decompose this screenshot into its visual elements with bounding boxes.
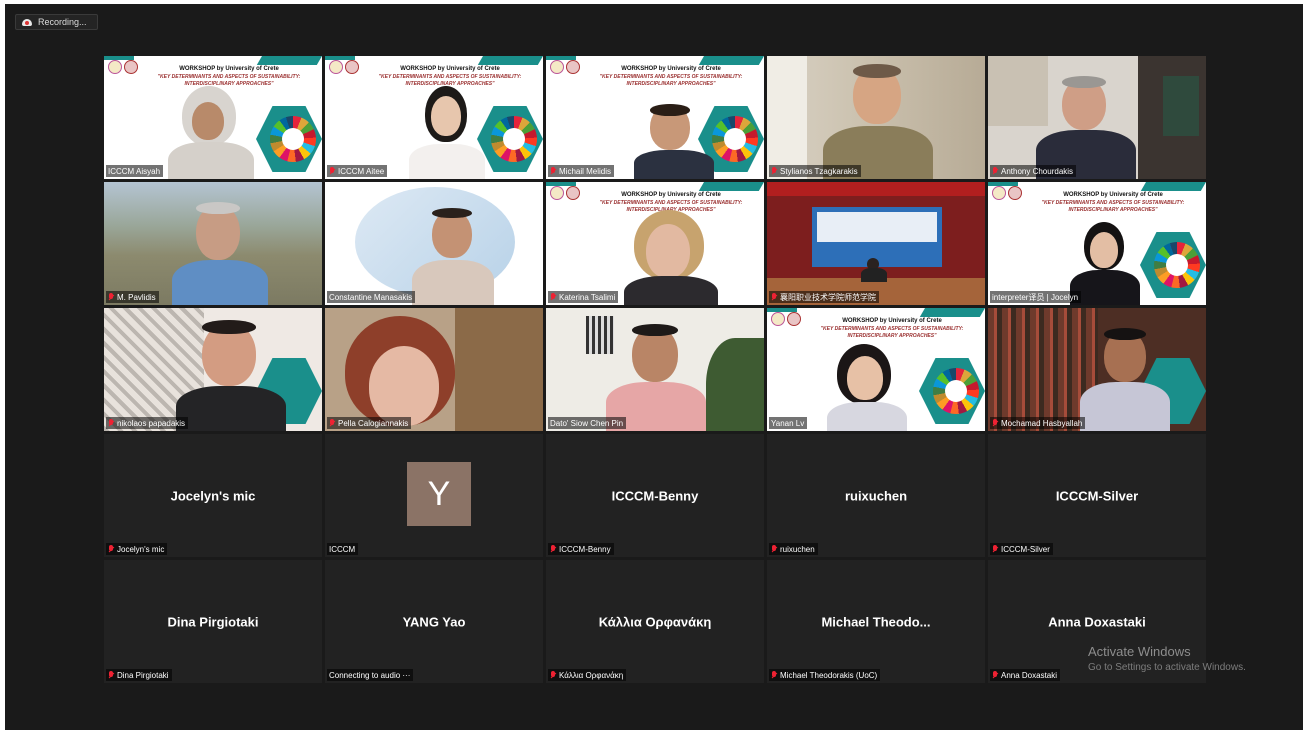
- recording-icon: [22, 18, 32, 26]
- slide-title: WORKSHOP by University of Crete: [842, 318, 942, 324]
- muted-mic-icon: [771, 293, 777, 301]
- video-tile[interactable]: nikolaos papadakis: [104, 308, 322, 431]
- participant-tile[interactable]: ICCCM-Benny ICCCM-Benny: [546, 434, 764, 557]
- muted-mic-icon: [771, 167, 777, 175]
- participant-display-name: Dina Pirgiotaki: [167, 614, 259, 629]
- participant-tile[interactable]: Κάλλια Ορφανάκη Κάλλια Ορφανάκη: [546, 560, 764, 683]
- video-tile[interactable]: Anthony Chourdakis: [988, 56, 1206, 179]
- participant-name-tag: Jocelyn's mic: [106, 543, 168, 555]
- participant-name-tag: interpreter译员 | Jocelyn: [990, 291, 1082, 303]
- video-tile[interactable]: 襄阳职业技术学院师范学院: [767, 182, 985, 305]
- participant-display-name: Michael Theodo...: [821, 614, 931, 629]
- participant-name-tag: Dato' Siow Chen Pin: [548, 417, 627, 429]
- sdg-wheel-icon: [491, 116, 537, 162]
- video-tile[interactable]: Constantine Manasakis: [325, 182, 543, 305]
- participant-tile[interactable]: YANG Yao Connecting to audio ···: [325, 560, 543, 683]
- muted-mic-icon: [992, 671, 998, 679]
- muted-mic-icon: [992, 545, 998, 553]
- muted-mic-icon: [992, 167, 998, 175]
- participant-display-name: ICCCM-Silver: [1055, 488, 1139, 503]
- participant-name-tag: Dina Pirgiotaki: [106, 669, 172, 681]
- participant-name-tag: Constantine Manasakis: [327, 291, 416, 303]
- slide-title: WORKSHOP by University of Crete: [621, 192, 721, 198]
- participant-tile[interactable]: ruixuchen ruixuchen: [767, 434, 985, 557]
- video-tile[interactable]: WORKSHOP by University of Crete "KEY DET…: [988, 182, 1206, 305]
- participant-tile[interactable]: ICCCM-Silver ICCCM-Silver: [988, 434, 1206, 557]
- muted-mic-icon: [992, 419, 998, 427]
- participant-name-tag: M. Pavlidis: [106, 291, 159, 303]
- participant-name-tag: Stylianos Tzagkarakis: [769, 165, 861, 177]
- muted-mic-icon: [550, 671, 556, 679]
- activate-windows-subtitle: Go to Settings to activate Windows.: [1088, 662, 1246, 673]
- slide-subtitle: "KEY DETERMINANTS AND ASPECTS OF SUSTAIN…: [820, 326, 964, 339]
- muted-mic-icon: [108, 293, 114, 301]
- participant-name-tag: Yanan Lv: [769, 417, 808, 429]
- sdg-wheel-icon: [933, 368, 979, 414]
- video-tile[interactable]: Stylianos Tzagkarakis: [767, 56, 985, 179]
- participant-name-tag: ICCCM-Silver: [990, 543, 1053, 555]
- participant-name-tag: Michael Theodorakis (UoC): [769, 669, 881, 681]
- video-tile[interactable]: WORKSHOP by University of Crete "KEY DET…: [104, 56, 322, 179]
- muted-mic-icon: [329, 167, 335, 175]
- participant-name-tag: Katerina Tsalimi: [548, 291, 619, 303]
- slide-subtitle: "KEY DETERMINANTS AND ASPECTS OF SUSTAIN…: [599, 74, 743, 87]
- participant-name-tag: Anthony Chourdakis: [990, 165, 1077, 177]
- recording-label: Recording...: [38, 17, 87, 27]
- recording-indicator[interactable]: Recording...: [15, 14, 98, 30]
- video-tile[interactable]: WORKSHOP by University of Crete "KEY DET…: [546, 56, 764, 179]
- sdg-wheel-icon: [270, 116, 316, 162]
- slide-title: WORKSHOP by University of Crete: [1063, 192, 1163, 198]
- slide-title: WORKSHOP by University of Crete: [621, 66, 721, 72]
- participant-display-name: Κάλλια Ορφανάκη: [598, 614, 712, 629]
- muted-mic-icon: [771, 545, 777, 553]
- muted-mic-icon: [550, 545, 556, 553]
- participant-name-tag: ruixuchen: [769, 543, 818, 555]
- participant-name-tag: ICCCM-Benny: [548, 543, 614, 555]
- avatar: Y: [407, 462, 471, 526]
- gallery-grid: WORKSHOP by University of Crete "KEY DET…: [104, 56, 1207, 683]
- participant-display-name: Anna Doxastaki: [1048, 614, 1146, 629]
- video-tile[interactable]: Pella Calogiannakis: [325, 308, 543, 431]
- video-tile[interactable]: WORKSHOP by University of Crete "KEY DET…: [325, 56, 543, 179]
- university-logos: [108, 60, 138, 74]
- participant-display-name: Jocelyn's mic: [170, 488, 256, 503]
- participant-name-tag: Michail Melidis: [548, 165, 615, 177]
- sdg-wheel-icon: [712, 116, 758, 162]
- participant-name-tag: Κάλλια Ορφανάκη: [548, 669, 627, 681]
- muted-mic-icon: [771, 671, 777, 679]
- muted-mic-icon: [108, 671, 114, 679]
- muted-mic-icon: [329, 419, 335, 427]
- video-tile[interactable]: WORKSHOP by University of Crete "KEY DET…: [767, 308, 985, 431]
- muted-mic-icon: [108, 545, 114, 553]
- participant-display-name: ICCCM-Benny: [611, 488, 699, 503]
- participant-display-name: YANG Yao: [402, 614, 466, 629]
- participant-tile[interactable]: Michael Theodo... Michael Theodorakis (U…: [767, 560, 985, 683]
- video-tile[interactable]: M. Pavlidis: [104, 182, 322, 305]
- participant-name-tag: Pella Calogiannakis: [327, 417, 412, 429]
- sdg-wheel-icon: [1154, 242, 1200, 288]
- participant-name-tag: ICCCM Aitee: [327, 165, 388, 177]
- slide-title: WORKSHOP by University of Crete: [400, 66, 500, 72]
- video-tile[interactable]: Dato' Siow Chen Pin: [546, 308, 764, 431]
- slide-subtitle: "KEY DETERMINANTS AND ASPECTS OF SUSTAIN…: [157, 74, 301, 87]
- slide-title: WORKSHOP by University of Crete: [179, 66, 279, 72]
- participant-tile[interactable]: Dina Pirgiotaki Dina Pirgiotaki: [104, 560, 322, 683]
- participant-name-tag: Connecting to audio ···: [327, 669, 414, 681]
- participant-name-tag: 襄阳职业技术学院师范学院: [769, 291, 879, 303]
- slide-subtitle: "KEY DETERMINANTS AND ASPECTS OF SUSTAIN…: [1041, 200, 1185, 213]
- participant-tile[interactable]: Jocelyn's mic Jocelyn's mic: [104, 434, 322, 557]
- activate-windows-title: Activate Windows: [1088, 644, 1191, 659]
- video-tile[interactable]: Mochamad Hasbyallah: [988, 308, 1206, 431]
- muted-mic-icon: [550, 293, 556, 301]
- participant-display-name: ruixuchen: [844, 488, 908, 503]
- participant-name-tag: ICCCM Aisyah: [106, 165, 164, 177]
- participant-name-tag: nikolaos papadakis: [106, 417, 189, 429]
- participant-tile[interactable]: Y ICCCM: [325, 434, 543, 557]
- muted-mic-icon: [550, 167, 556, 175]
- participant-name-tag: ICCCM: [327, 543, 359, 555]
- muted-mic-icon: [108, 419, 114, 427]
- participant-name-tag: Anna Doxastaki: [990, 669, 1061, 681]
- participant-name-tag: Mochamad Hasbyallah: [990, 417, 1086, 429]
- video-tile[interactable]: WORKSHOP by University of Crete "KEY DET…: [546, 182, 764, 305]
